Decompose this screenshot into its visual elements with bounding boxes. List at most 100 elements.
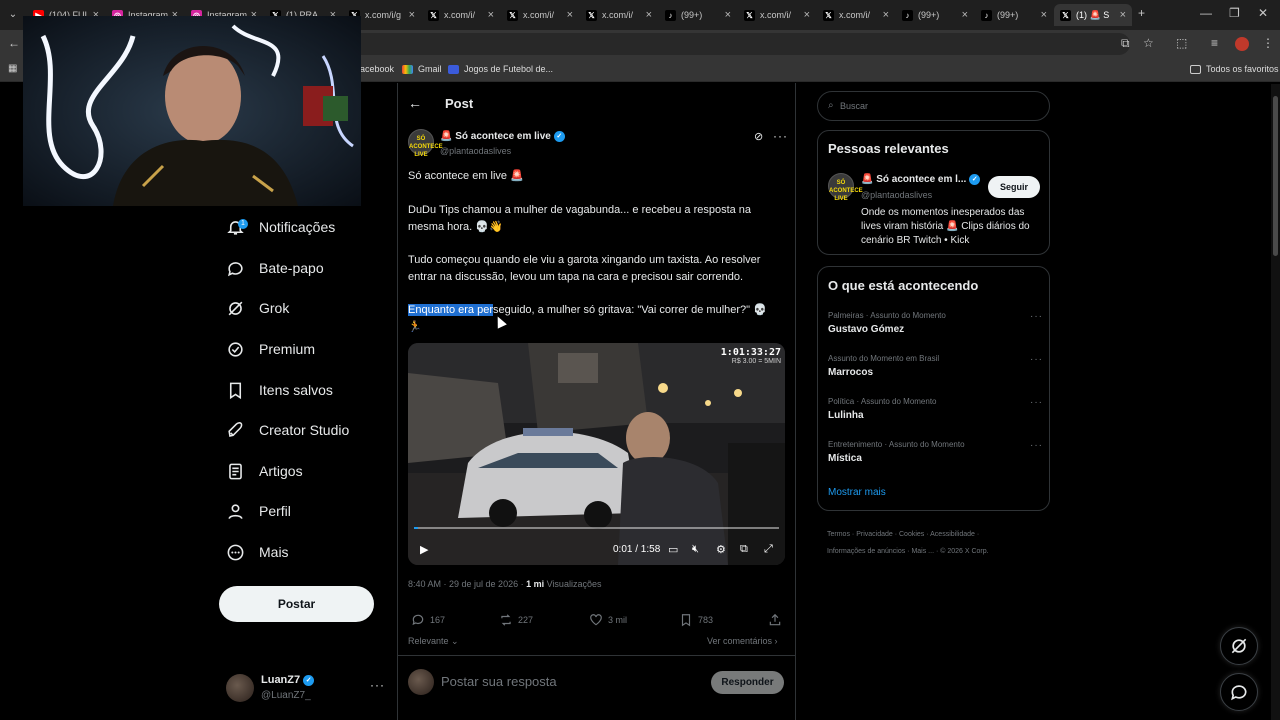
apps-grid-icon[interactable]: ▦ — [8, 63, 17, 74]
footer-terms[interactable]: Termos — [827, 531, 850, 538]
relevant-person-handle[interactable]: @plantaodaslives — [861, 190, 932, 200]
tab-search-icon[interactable]: ⌄ — [4, 6, 22, 24]
trend-more-icon[interactable]: ··· — [1030, 440, 1043, 451]
browser-tab[interactable]: 𝕏x.com/i/ × — [422, 4, 500, 26]
close-tab-icon[interactable]: × — [409, 9, 415, 21]
grok-fab[interactable] — [1220, 627, 1258, 665]
repost-action[interactable]: 227 — [499, 613, 533, 627]
close-tab-icon[interactable]: × — [725, 9, 731, 21]
bookmark-facebook[interactable]: acebook — [360, 64, 394, 74]
bookmark-jogos[interactable]: Jogos de Futebol de... — [448, 64, 553, 74]
relevant-person-avatar[interactable]: SÓ ACONTECE LIVE — [828, 173, 863, 202]
trend-item[interactable]: Palmeiras · Assunto do Momento Gustavo G… — [828, 311, 1043, 335]
close-tab-icon[interactable]: × — [567, 9, 573, 21]
trend-item[interactable]: Política · Assunto do Momento Lulinha ··… — [828, 397, 1043, 421]
scrollbar-thumb[interactable] — [1273, 96, 1278, 256]
extensions-icon[interactable]: ⬚ — [1176, 36, 1187, 50]
like-action[interactable]: 3 mil — [589, 613, 627, 627]
mute-icon[interactable]: 🔇︎ — [692, 543, 699, 556]
reply-button[interactable]: Responder — [711, 671, 784, 694]
streamer-webcam-image — [23, 16, 361, 206]
play-icon[interactable]: ▶ — [420, 543, 428, 556]
trend-more-icon[interactable]: ··· — [1030, 397, 1043, 408]
show-more-link[interactable]: Mostrar mais — [828, 487, 886, 498]
footer-cookies[interactable]: Cookies — [899, 531, 924, 538]
footer-privacy[interactable]: Privacidade — [856, 531, 893, 538]
close-window-icon[interactable]: ✕ — [1258, 6, 1268, 20]
reply-action[interactable]: 167 — [411, 613, 445, 627]
trend-item[interactable]: Assunto do Momento em Brasil Marrocos ··… — [828, 354, 1043, 378]
close-tab-icon[interactable]: × — [488, 9, 494, 21]
fullscreen-icon[interactable]: ⤢ — [764, 543, 773, 556]
author-handle[interactable]: @plantaodaslives — [440, 146, 511, 156]
nav-item-label: Notificações — [259, 219, 336, 235]
footer-more[interactable]: Mais ... — [911, 548, 934, 555]
search-box[interactable]: ⌕ Buscar — [817, 91, 1050, 121]
see-comments-link[interactable]: Ver comentários › — [707, 636, 778, 646]
captions-icon[interactable]: ▭ — [668, 543, 678, 556]
trend-item[interactable]: Entretenimento · Assunto do Momento Míst… — [828, 440, 1043, 464]
nav-item-bookmark[interactable]: Itens salvos — [226, 375, 333, 405]
close-tab-icon[interactable]: × — [883, 9, 889, 21]
reply-input[interactable]: Postar sua resposta — [441, 674, 557, 689]
search-input[interactable]: Buscar — [840, 101, 868, 111]
trend-more-icon[interactable]: ··· — [1030, 354, 1043, 365]
install-icon[interactable]: ⧉ — [1121, 36, 1130, 51]
browser-tab[interactable]: 𝕏x.com/i/ × — [817, 4, 895, 26]
relevant-person-name[interactable]: 🚨 Só acontece em l... ✓ — [861, 174, 981, 185]
media-icon[interactable]: ≡ — [1211, 36, 1218, 50]
page-scrollbar[interactable] — [1271, 84, 1280, 720]
close-tab-icon[interactable]: × — [1120, 9, 1126, 21]
author-name[interactable]: 🚨 Só acontece em live ✓ — [440, 131, 565, 142]
sort-dropdown[interactable]: Relevante ⌄ — [408, 636, 459, 647]
maximize-icon[interactable]: ❐ — [1229, 6, 1240, 20]
nav-item-grok[interactable]: Grok — [226, 293, 289, 323]
minimize-icon[interactable]: — — [1200, 6, 1212, 20]
profile-avatar[interactable] — [1235, 37, 1249, 51]
nav-item-chat[interactable]: Bate-papo — [226, 253, 324, 283]
bookmark-gmail[interactable]: Gmail — [402, 64, 442, 74]
nav-item-rocket[interactable]: Creator Studio — [226, 415, 349, 445]
browser-menu-icon[interactable]: ⋮ — [1262, 36, 1274, 50]
new-tab-icon[interactable]: + — [1138, 6, 1145, 20]
grok-explain-icon[interactable]: ⊘ — [754, 130, 763, 143]
follow-button[interactable]: Seguir — [988, 176, 1040, 198]
close-tab-icon[interactable]: × — [646, 9, 652, 21]
close-tab-icon[interactable]: × — [962, 9, 968, 21]
all-bookmarks[interactable]: Todos os favoritos — [1190, 64, 1279, 74]
post-more-icon[interactable]: ··· — [773, 129, 788, 143]
browser-tab[interactable]: ♪ (99+) × — [659, 4, 737, 26]
star-icon[interactable]: ☆ — [1143, 36, 1154, 50]
picture-in-picture-icon[interactable]: ⧉ — [740, 543, 748, 556]
browser-tab[interactable]: ♪ (99+) × — [975, 4, 1053, 26]
nav-item-bell[interactable]: 1 Notificações — [226, 212, 335, 242]
browser-back-icon[interactable]: ← — [8, 36, 20, 50]
nav-item-premium[interactable]: Premium — [226, 334, 315, 364]
back-arrow-icon[interactable]: ← — [408, 95, 422, 111]
browser-tab[interactable]: 𝕏 (1) 🚨 S × — [1054, 4, 1132, 26]
post-button[interactable]: Postar — [219, 586, 374, 622]
account-more-icon[interactable]: ··· — [370, 678, 385, 692]
bookmark-action[interactable]: 783 — [679, 613, 713, 627]
video-progress-bar[interactable] — [414, 527, 779, 529]
account-switcher[interactable]: LuanZ7 ✓ @LuanZ7_ ··· — [226, 672, 386, 708]
browser-tab[interactable]: 𝕏x.com/i/ × — [501, 4, 579, 26]
author-avatar[interactable]: SÓ ACONTECE LIVE — [408, 129, 443, 158]
settings-gear-icon[interactable]: ⚙ — [716, 543, 726, 556]
browser-tab[interactable]: 𝕏x.com/i/ × — [580, 4, 658, 26]
tiktok-icon: ♪ — [981, 9, 992, 21]
close-tab-icon[interactable]: × — [804, 9, 810, 21]
share-action[interactable] — [768, 613, 787, 627]
browser-tab[interactable]: 𝕏x.com/i/ × — [738, 4, 816, 26]
nav-item-article[interactable]: Artigos — [226, 456, 303, 486]
article-icon — [229, 463, 242, 479]
messages-fab[interactable] — [1220, 673, 1258, 711]
browser-tab[interactable]: ♪ (99+) × — [896, 4, 974, 26]
trend-more-icon[interactable]: ··· — [1030, 311, 1043, 322]
nav-item-person[interactable]: Perfil — [226, 496, 291, 526]
close-tab-icon[interactable]: × — [1041, 9, 1047, 21]
footer-accessibility[interactable]: Acessibilidade — [930, 531, 975, 538]
nav-item-more-circle[interactable]: Mais — [226, 537, 289, 567]
video-player[interactable]: 1:01:33:27 R$ 3.00 = 5MIN ▶ 0:01 / 1:58 … — [408, 343, 785, 565]
footer-ads-info[interactable]: Informações de anúncios — [827, 548, 905, 555]
